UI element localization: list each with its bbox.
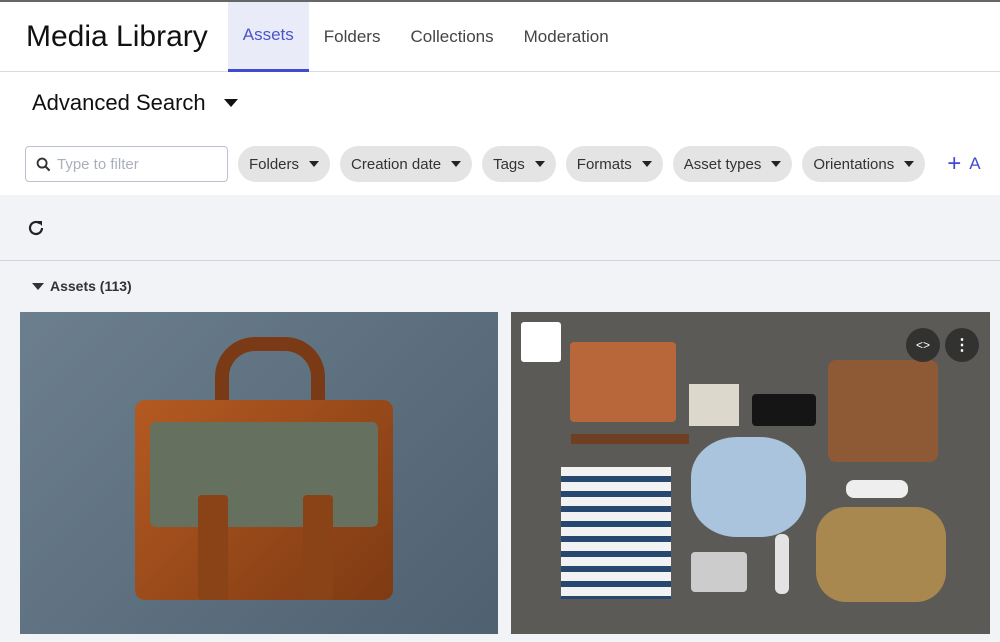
filter-folders[interactable]: Folders — [238, 146, 331, 182]
add-filter-label: A — [969, 154, 981, 173]
app-title: Media Library — [26, 19, 208, 53]
embed-code-button[interactable]: <> — [906, 328, 940, 362]
filter-search — [25, 146, 228, 182]
chip-label: Asset types — [683, 155, 762, 173]
caret-down-icon — [32, 282, 44, 290]
tab-assets[interactable]: Assets — [227, 1, 309, 72]
top-nav: Media Library Assets Folders Collections… — [0, 1, 1000, 72]
tab-collections[interactable]: Collections — [395, 2, 508, 72]
filter-orientations[interactable]: Orientations — [802, 146, 926, 182]
more-vertical-icon: ⋮ — [954, 337, 970, 354]
asset-card[interactable] — [20, 312, 498, 634]
caret-down-icon — [771, 161, 782, 167]
caret-down-icon — [223, 99, 238, 107]
advanced-search-title: Advanced Search — [32, 90, 206, 115]
tab-moderation[interactable]: Moderation — [509, 2, 624, 72]
filter-asset-types[interactable]: Asset types — [672, 146, 793, 182]
plus-icon: + — [947, 150, 962, 177]
filter-tags[interactable]: Tags — [482, 146, 556, 182]
add-filter-button[interactable]: + A — [947, 152, 980, 176]
chip-label: Formats — [576, 155, 632, 173]
caret-down-icon — [904, 161, 915, 167]
assets-section-toggle[interactable]: Assets (113) — [32, 278, 132, 294]
filter-creation-date[interactable]: Creation date — [340, 146, 473, 182]
search-icon — [36, 157, 51, 171]
filter-formats[interactable]: Formats — [565, 146, 663, 182]
filter-input[interactable] — [57, 155, 217, 173]
tab-folders[interactable]: Folders — [309, 2, 396, 72]
more-options-button[interactable]: ⋮ — [945, 328, 979, 362]
refresh-icon[interactable] — [26, 218, 46, 238]
filter-bar: Folders Creation date Tags Formats Asset… — [25, 146, 981, 182]
code-icon: <> — [915, 338, 930, 352]
caret-down-icon — [309, 161, 320, 167]
caret-down-icon — [641, 161, 652, 167]
chip-label: Folders — [249, 155, 300, 173]
caret-down-icon — [451, 161, 462, 167]
results-toolbar — [0, 195, 1000, 261]
chip-label: Orientations — [813, 155, 895, 173]
select-checkbox[interactable] — [521, 322, 561, 362]
chip-label: Tags — [493, 155, 525, 173]
assets-heading: Assets (113) — [50, 278, 132, 294]
caret-down-icon — [534, 161, 545, 167]
advanced-search-toggle[interactable]: Advanced Search — [32, 90, 238, 116]
chip-label: Creation date — [351, 155, 442, 173]
asset-card[interactable]: <> ⋮ — [511, 312, 990, 634]
